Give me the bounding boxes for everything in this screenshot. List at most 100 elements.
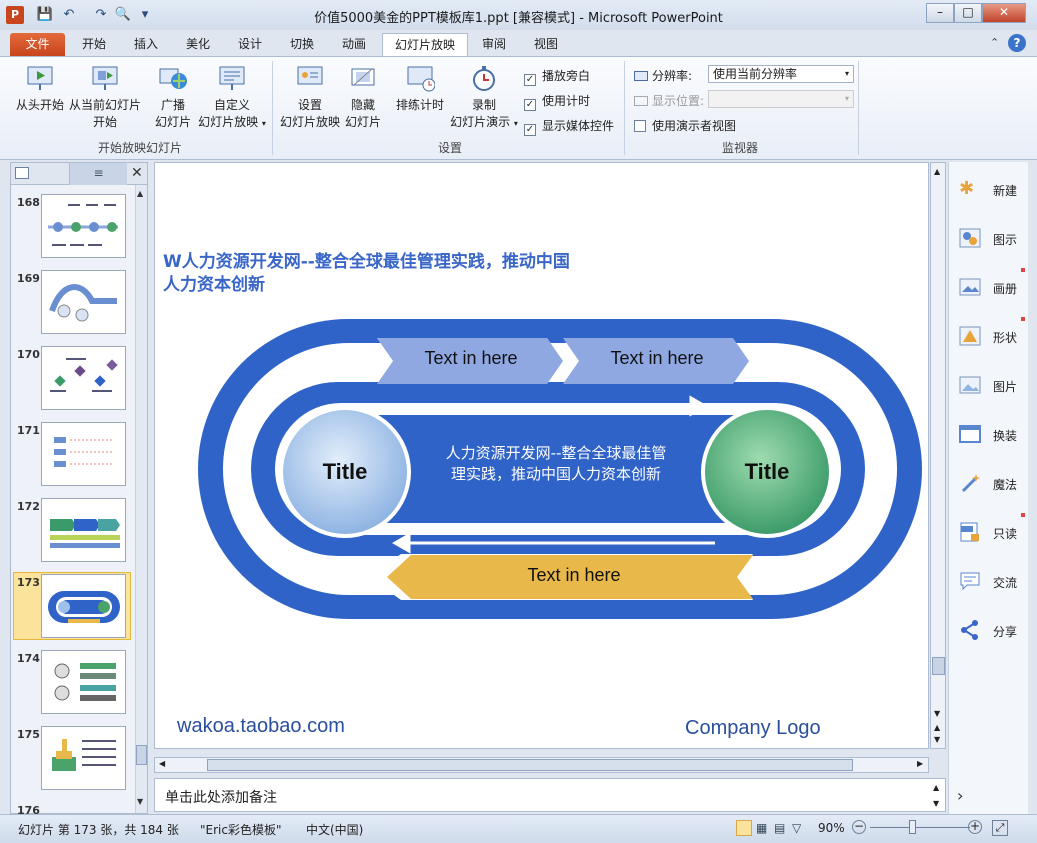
side-item-theme[interactable]: 换装 <box>955 421 1025 451</box>
slide-horizontal-scrollbar[interactable]: ◀ ▶ <box>154 757 929 773</box>
notes-pane[interactable]: 单击此处添加备注 ▲ ▼ <box>154 778 946 812</box>
notes-placeholder[interactable]: 单击此处添加备注 <box>165 787 277 807</box>
shape-icon <box>959 326 981 346</box>
setup-slideshow-button[interactable]: 设置 幻灯片放映 <box>278 63 342 131</box>
ribbon-separator <box>858 61 859 155</box>
scroll-right-icon[interactable]: ▶ <box>917 759 923 768</box>
setup-slideshow-label-2: 幻灯片放映 <box>279 115 340 129</box>
scroll-down-icon[interactable]: ▼ <box>137 797 143 806</box>
scroll-thumb[interactable] <box>207 759 853 771</box>
minimize-ribbon-icon[interactable]: ⌃ <box>990 36 999 49</box>
arrow2-text: Text in here <box>610 348 704 368</box>
slide-sorter-icon[interactable]: ▦ <box>756 821 767 835</box>
display-position-dropdown[interactable]: ▾ <box>708 90 854 108</box>
slide-thumbnail-174[interactable] <box>41 650 126 714</box>
hide-slide-button[interactable]: 隐藏 幻灯片 <box>342 63 384 131</box>
reading-view-icon[interactable]: ▤ <box>774 821 785 835</box>
scroll-down-icon[interactable]: ▼ <box>934 709 940 718</box>
from-start-button[interactable]: 从头开始 <box>12 63 68 114</box>
scroll-down-icon[interactable]: ▼ <box>933 799 939 808</box>
normal-view-icon[interactable] <box>736 820 752 836</box>
rehearse-timings-button[interactable]: 排练计时 <box>392 63 448 114</box>
resolution-icon <box>634 71 648 81</box>
broadcast-button[interactable]: 广播 幻灯片 <box>150 63 196 131</box>
new-star-icon: ✱ <box>959 178 975 199</box>
slide-thumbnail-pane: ≡ ✕ 168 169 170 171 172 173 174 175 176 … <box>10 162 148 817</box>
slide-thumbnail-169[interactable] <box>41 270 126 334</box>
zoom-in-icon[interactable]: + <box>968 820 982 834</box>
slide-thumbnail-172[interactable] <box>41 498 126 562</box>
custom-slideshow-label-2: 幻灯片放映 <box>198 115 259 129</box>
close-pane-icon[interactable]: ✕ <box>131 165 143 181</box>
slideshow-view-icon[interactable]: ▽ <box>792 821 801 835</box>
zoom-out-icon[interactable]: − <box>852 820 866 834</box>
tab-file[interactable]: 文件 <box>10 33 65 56</box>
ribbon-tabs: 文件 开始 插入 美化 设计 切换 动画 幻灯片放映 审阅 视图 ⌃ ? <box>0 30 1037 56</box>
checkbox-unchecked-icon <box>634 120 646 132</box>
expand-panel-icon[interactable]: › <box>957 786 963 805</box>
side-item-album[interactable]: 画册 <box>955 268 1025 304</box>
side-item-picture[interactable]: 图片 <box>955 372 1025 402</box>
side-item-diagram[interactable]: 图示 <box>955 225 1025 255</box>
maximize-button[interactable]: □ <box>954 3 982 23</box>
thumbnail-scrollbar[interactable]: ▲ ▼ <box>135 185 147 813</box>
tab-design[interactable]: 设计 <box>226 33 274 56</box>
side-item-shape[interactable]: 形状 <box>955 317 1025 353</box>
tab-insert[interactable]: 插入 <box>122 33 170 56</box>
minimize-button[interactable]: – <box>926 3 954 23</box>
zoom-slider-thumb[interactable] <box>909 820 916 834</box>
custom-slideshow-button[interactable]: 自定义 幻灯片放映 ▾ <box>196 63 268 132</box>
zoom-slider[interactable] <box>870 827 970 828</box>
tab-home[interactable]: 开始 <box>70 33 118 56</box>
show-media-checkbox[interactable]: ✓ 显示媒体控件 <box>524 117 614 136</box>
resolution-dropdown[interactable]: 使用当前分辨率 ▾ <box>708 65 854 83</box>
slide-editor[interactable]: W人力资源开发网--整合全球最佳管理实践，推动中国 人力资本创新 Text in… <box>154 162 929 749</box>
scroll-up-icon[interactable]: ▲ <box>137 189 143 198</box>
scroll-up-icon[interactable]: ▲ <box>933 783 939 792</box>
slide-thumbnail-171[interactable] <box>41 422 126 486</box>
slide-thumbnail-170[interactable] <box>41 346 126 410</box>
side-item-communicate[interactable]: 交流 <box>955 568 1025 598</box>
slide-thumbnail-175[interactable] <box>41 726 126 790</box>
slides-tab-icon[interactable] <box>15 167 29 179</box>
tab-review[interactable]: 审阅 <box>470 33 518 56</box>
language-indicator[interactable]: 中文(中国) <box>306 821 363 838</box>
record-slideshow-button[interactable]: 录制 幻灯片演示 ▾ <box>448 63 520 132</box>
slide-thumbnail-168[interactable] <box>41 194 126 258</box>
scroll-up-icon[interactable]: ▲ <box>934 167 940 176</box>
side-label: 换装 <box>993 429 1018 443</box>
thumbnail-diagram <box>50 519 120 548</box>
close-button[interactable]: ✕ <box>982 3 1026 23</box>
slide-heading-line-2: 人力资本创新 <box>163 275 265 295</box>
scroll-thumb[interactable] <box>136 745 147 765</box>
slide-heading[interactable]: W人力资源开发网--整合全球最佳管理实践，推动中国 人力资本创新 <box>163 251 570 297</box>
zoom-level[interactable]: 90% <box>818 821 845 835</box>
side-item-magic[interactable]: 魔法 <box>955 470 1025 500</box>
previous-slide-icon[interactable]: ▲ <box>934 723 940 732</box>
fit-to-window-icon[interactable]: ⤢ <box>992 820 1008 836</box>
window-title: 价值5000美金的PPT模板库1.ppt [兼容模式] - Microsoft … <box>314 11 723 26</box>
next-slide-icon[interactable]: ▼ <box>934 735 940 744</box>
tab-beautify[interactable]: 美化 <box>174 33 222 56</box>
outline-tab-icon[interactable]: ≡ <box>69 163 127 185</box>
play-narration-checkbox[interactable]: ✓ 播放旁白 <box>524 67 590 86</box>
tab-view[interactable]: 视图 <box>522 33 570 56</box>
ribbon-separator <box>272 61 273 155</box>
help-icon[interactable]: ? <box>1008 34 1026 52</box>
tab-transitions[interactable]: 切换 <box>278 33 326 56</box>
from-current-button[interactable]: 从当前幻灯片 开始 <box>66 63 144 131</box>
scroll-thumb[interactable] <box>932 657 945 675</box>
tab-animations[interactable]: 动画 <box>330 33 378 56</box>
tab-slideshow[interactable]: 幻灯片放映 <box>382 33 469 56</box>
side-item-new[interactable]: ✱ 新建 <box>955 176 1025 206</box>
use-timings-checkbox[interactable]: ✓ 使用计时 <box>524 92 590 111</box>
slide-thumbnail-173[interactable] <box>41 574 126 638</box>
slide-vertical-scrollbar[interactable]: ▲ ▼ ▲ ▼ <box>930 162 946 749</box>
presenter-view-checkbox[interactable]: 使用演示者视图 <box>634 117 736 134</box>
new-badge <box>1021 317 1025 321</box>
side-item-share[interactable]: 分享 <box>955 617 1025 647</box>
broadcast-label-2: 幻灯片 <box>154 115 191 129</box>
presenter-view-label: 使用演示者视图 <box>652 119 737 133</box>
side-item-readonly[interactable]: 只读 <box>955 513 1025 549</box>
scroll-left-icon[interactable]: ◀ <box>159 759 165 768</box>
